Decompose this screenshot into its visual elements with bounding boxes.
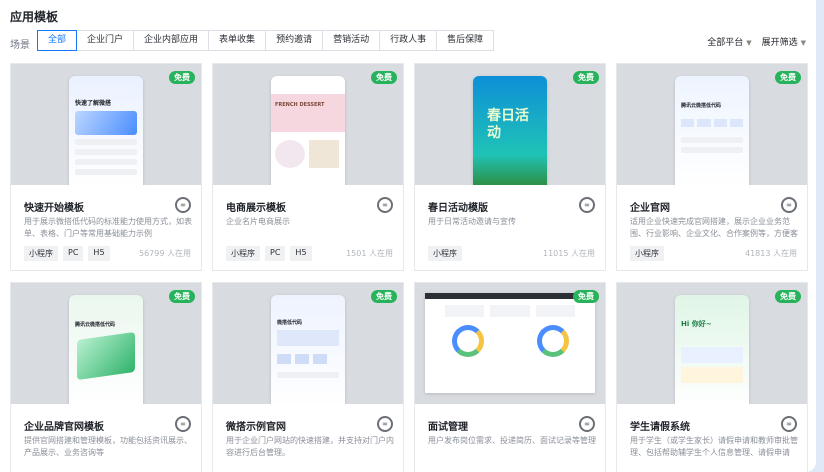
weda-logo-icon: ∞ (781, 416, 797, 432)
screen-title: 快速了解微搭 (75, 100, 112, 107)
free-badge: 免费 (169, 71, 195, 84)
screen-title: 春日活动 (487, 108, 529, 141)
card-tags: 小程序 (630, 246, 664, 261)
template-preview: 腾讯云微搭低代码 免费 (617, 64, 807, 185)
platform-label: 全部平台 (707, 38, 744, 48)
template-preview: 免费 (415, 283, 605, 404)
free-badge: 免费 (775, 290, 801, 303)
card-name: 微搭示例官网 (226, 422, 286, 433)
template-panel: 应用模板 场景 全部 企业门户 企业内部应用 表单收集 预约邀请 营销活动 行政… (0, 0, 816, 472)
card-desc: 用于学生（或学生家长）请假申请和教师审批管理、包括帮助辅学生个人信息管理、请假申… (630, 436, 798, 457)
expand-filter-button[interactable]: 展开筛选 ▼ (762, 35, 806, 48)
weda-logo-icon: ∞ (579, 197, 595, 213)
screen-title: 腾讯云微搭低代码 (75, 322, 116, 328)
screen-title: Hi 你好~ (681, 320, 712, 328)
card-desc: 用于展示微搭低代码的标准能力使用方式，如表单、表格、门户等常用基础能力示例 (24, 217, 192, 238)
phone-mockup: 腾讯云微搭低代码 (675, 76, 749, 185)
card-name: 企业品牌官网模板 (24, 422, 104, 433)
free-badge: 免费 (573, 71, 599, 84)
card-desc: 适用企业快速完成官网搭建，展示企业业务范围、行业影响、企业文化、合作案例等，方便… (630, 217, 798, 238)
scene-tabs: 全部 企业门户 企业内部应用 表单收集 预约邀请 营销活动 行政人事 售后保障 (37, 30, 495, 51)
tag: 小程序 (24, 246, 58, 261)
free-badge: 免费 (573, 290, 599, 303)
card-name: 电商展示模板 (226, 203, 286, 214)
card-name: 面试管理 (428, 422, 468, 433)
free-badge: 免费 (775, 71, 801, 84)
card-tags: 小程序 (428, 246, 462, 261)
chevron-down-icon: ▼ (746, 39, 752, 47)
screen-title: FRENCH DESSERT (275, 102, 325, 108)
usage-count: 41813 人在用 (745, 249, 797, 258)
tab-all[interactable]: 全部 (37, 30, 78, 51)
tag: PC (63, 246, 84, 261)
tag: 小程序 (428, 246, 462, 261)
desktop-mockup (425, 293, 595, 393)
expand-label: 展开筛选 (761, 38, 798, 48)
tab-form[interactable]: 表单收集 (209, 31, 267, 50)
tab-booking[interactable]: 预约邀请 (266, 31, 324, 50)
template-preview: 腾讯云微搭低代码 免费 (11, 283, 201, 404)
card-desc: 用于日常活动邀请与宣传 (428, 217, 516, 226)
template-card[interactable]: 快速了解微搭 免费 快速开始模板 ∞ 用于展示微搭低代码的标准能力使用方式，如表… (10, 63, 202, 271)
phone-mockup: 微搭低代码 (271, 295, 345, 404)
template-card[interactable]: 腾讯云微搭低代码 免费 企业品牌官网模板 ∞ 提供官网搭建和管理模板，功能包括资… (10, 282, 202, 472)
tag: PC (265, 246, 286, 261)
phone-mockup: 快速了解微搭 (69, 76, 143, 185)
usage-count: 11015 人在用 (543, 249, 595, 258)
template-card[interactable]: FRENCH DESSERT 免费 电商展示模板 ∞ 企业名片电商展示 小程序 … (212, 63, 404, 271)
tab-hr[interactable]: 行政人事 (380, 31, 438, 50)
weda-logo-icon: ∞ (175, 416, 191, 432)
free-badge: 免费 (371, 290, 397, 303)
platform-select[interactable]: 全部平台 ▼ (707, 35, 751, 48)
screen-title: 腾讯云微搭低代码 (681, 103, 722, 109)
card-name: 学生请假系统 (630, 422, 690, 433)
weda-logo-icon: ∞ (175, 197, 191, 213)
tag: H5 (88, 246, 110, 261)
tag: H5 (290, 246, 312, 261)
card-desc: 提供官网搭建和管理模板，功能包括资讯展示、产品展示、业务咨询等 (24, 436, 192, 457)
card-desc: 用于企业门户网站的快速搭建，并支持对门户内容进行后台管理。 (226, 436, 394, 457)
weda-logo-icon: ∞ (377, 197, 393, 213)
card-name: 春日活动模版 (428, 203, 488, 214)
card-name: 快速开始模板 (24, 203, 84, 214)
template-preview: 春日活动 免费 (415, 64, 605, 185)
weda-logo-icon: ∞ (579, 416, 595, 432)
template-card[interactable]: 春日活动 免费 春日活动模版 ∞ 用于日常活动邀请与宣传 小程序 11015 人… (414, 63, 606, 271)
card-name: 企业官网 (630, 203, 670, 214)
screen-title: 微搭低代码 (277, 320, 303, 326)
template-preview: Hi 你好~ 免费 (617, 283, 807, 404)
card-tags: 小程序 PC H5 (226, 246, 312, 261)
free-badge: 免费 (371, 71, 397, 84)
phone-mockup: FRENCH DESSERT (271, 76, 345, 185)
weda-logo-icon: ∞ (377, 416, 393, 432)
chevron-down-icon: ▼ (800, 39, 806, 47)
template-card[interactable]: 腾讯云微搭低代码 免费 企业官网 ∞ 适用企业快速完成官网搭建，展示企业业务范围… (616, 63, 808, 271)
scene-label: 场景 (10, 40, 30, 51)
template-preview: FRENCH DESSERT 免费 (213, 64, 403, 185)
phone-mockup: Hi 你好~ (675, 295, 749, 404)
right-filters: 全部平台 ▼ 展开筛选 ▼ (707, 35, 806, 48)
card-desc: 企业名片电商展示 (226, 217, 290, 226)
usage-count: 1501 人在用 (346, 249, 393, 258)
tab-aftersales[interactable]: 售后保障 (437, 31, 493, 50)
tag: 小程序 (226, 246, 260, 261)
template-preview: 快速了解微搭 免费 (11, 64, 201, 185)
template-card[interactable]: 微搭低代码 免费 微搭示例官网 ∞ 用于企业门户网站的快速搭建，并支持对门户内容… (212, 282, 404, 472)
page-title: 应用模板 (10, 10, 59, 24)
free-badge: 免费 (169, 290, 195, 303)
template-card[interactable]: 免费 面试管理 ∞ 用户发布岗位需求、投递简历、面试记录等管理 (414, 282, 606, 472)
weda-logo-icon: ∞ (781, 197, 797, 213)
usage-count: 56799 人在用 (139, 249, 191, 258)
card-tags: 小程序 PC H5 (24, 246, 110, 261)
tab-internal[interactable]: 企业内部应用 (134, 31, 210, 50)
phone-mockup: 腾讯云微搭低代码 (69, 295, 143, 404)
template-card[interactable]: Hi 你好~ 免费 学生请假系统 ∞ 用于学生（或学生家长）请假申请和教师审批管… (616, 282, 808, 472)
tag: 小程序 (630, 246, 664, 261)
card-desc: 用户发布岗位需求、投递简历、面试记录等管理 (428, 436, 596, 445)
tab-portal[interactable]: 企业门户 (77, 31, 135, 50)
tab-marketing[interactable]: 营销活动 (323, 31, 381, 50)
phone-mockup: 春日活动 (473, 76, 547, 185)
template-preview: 微搭低代码 免费 (213, 283, 403, 404)
